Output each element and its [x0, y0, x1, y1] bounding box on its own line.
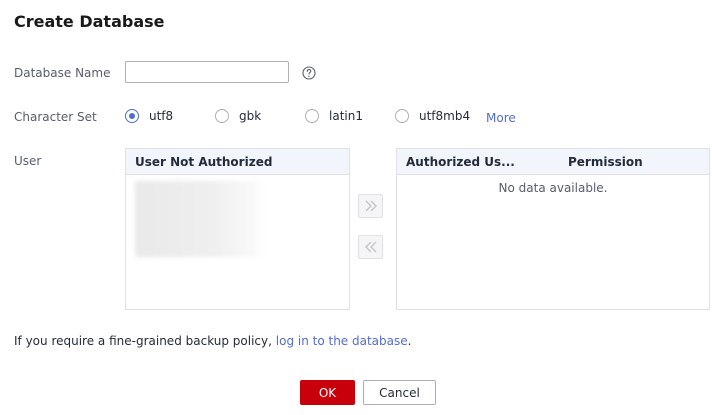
database-name-label: Database Name [14, 66, 111, 80]
double-chevron-right-icon [365, 200, 377, 212]
backup-policy-note: If you require a fine-grained backup pol… [14, 334, 411, 348]
charset-option-label: utf8 [149, 109, 174, 123]
authorized-users-panel: Authorized Us... Permission No data avai… [396, 148, 710, 310]
backup-policy-note-text: If you require a fine-grained backup pol… [14, 334, 276, 348]
remove-user-button[interactable] [358, 235, 383, 259]
radio-selected-icon [125, 109, 139, 123]
database-name-input[interactable] [125, 61, 289, 83]
user-label: User [14, 154, 42, 168]
unauthorized-users-title: User Not Authorized [135, 154, 273, 169]
authorized-users-header: Authorized Us... Permission [397, 149, 709, 175]
authorized-users-column-header: Authorized Us... [406, 154, 515, 169]
charset-option-utf8mb4[interactable]: utf8mb4 [395, 108, 470, 124]
charset-option-latin1[interactable]: latin1 [305, 108, 363, 124]
double-chevron-left-icon [364, 241, 376, 253]
help-icon[interactable] [302, 66, 316, 80]
add-user-button[interactable] [358, 194, 383, 218]
charset-option-label: utf8mb4 [419, 109, 471, 123]
radio-unselected-icon [305, 109, 319, 123]
ok-button[interactable]: OK [300, 380, 355, 405]
charset-option-label: latin1 [329, 109, 363, 123]
charset-option-gbk[interactable]: gbk [215, 108, 261, 124]
charset-option-label: gbk [239, 109, 262, 123]
dialog-title: Create Database [14, 12, 165, 31]
character-set-label: Character Set [14, 110, 97, 124]
radio-unselected-icon [395, 109, 409, 123]
unauthorized-users-list-blurred[interactable] [135, 181, 267, 257]
cancel-button[interactable]: Cancel [363, 380, 436, 405]
empty-state-text: No data available. [498, 181, 608, 195]
unauthorized-users-panel: User Not Authorized [125, 148, 350, 310]
unauthorized-users-header: User Not Authorized [126, 149, 349, 175]
login-database-link[interactable]: log in to the database [276, 334, 408, 348]
more-charsets-link[interactable]: More [486, 111, 516, 125]
permission-column-header: Permission [568, 155, 643, 169]
radio-unselected-icon [215, 109, 229, 123]
charset-option-utf8[interactable]: utf8 [125, 108, 173, 124]
backup-policy-note-end: . [407, 334, 412, 348]
